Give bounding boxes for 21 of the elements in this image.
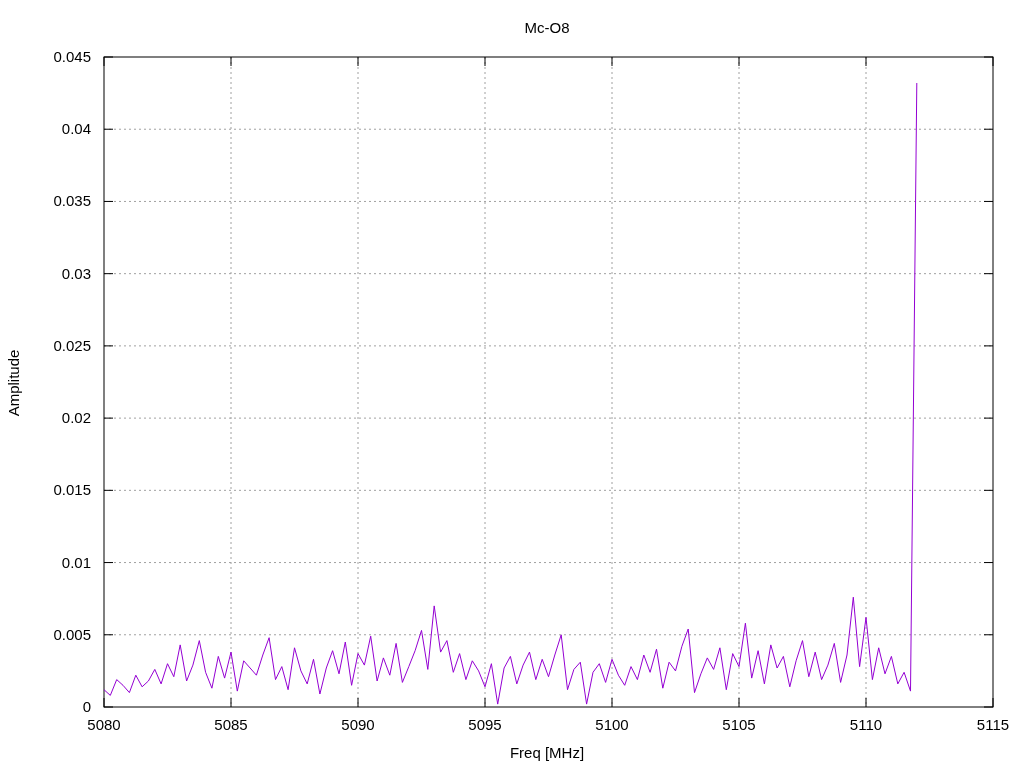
chart-title: Mc-O8 (524, 19, 570, 36)
y-tick-label: 0.035 (53, 192, 91, 210)
y-tick-label: 0.02 (61, 409, 91, 427)
x-tick-label: 5085 (214, 716, 248, 733)
x-tick-label: 5080 (87, 716, 121, 733)
y-tick-label: 0 (82, 698, 91, 715)
y-tick-label: 0.045 (53, 48, 91, 65)
x-axis-label: Freq [MHz] (509, 744, 585, 761)
y-tick-label: 0.025 (53, 336, 91, 354)
x-tick-label: 5090 (341, 716, 375, 733)
x-tick-label: 5110 (849, 716, 883, 733)
y-tick-label: 0.01 (61, 553, 91, 571)
y-tick-label: 0.04 (61, 120, 91, 138)
x-tick-label: 5095 (468, 716, 502, 733)
x-tick-label: 5115 (976, 716, 1010, 733)
y-axis-label: Amplitude (5, 349, 22, 417)
x-tick-label: 5100 (595, 716, 629, 733)
x-tick-label: 5105 (722, 716, 756, 733)
y-tick-label: 0.03 (61, 264, 91, 282)
y-tick-label: 0.005 (53, 625, 91, 643)
y-tick-label: 0.015 (53, 481, 91, 499)
